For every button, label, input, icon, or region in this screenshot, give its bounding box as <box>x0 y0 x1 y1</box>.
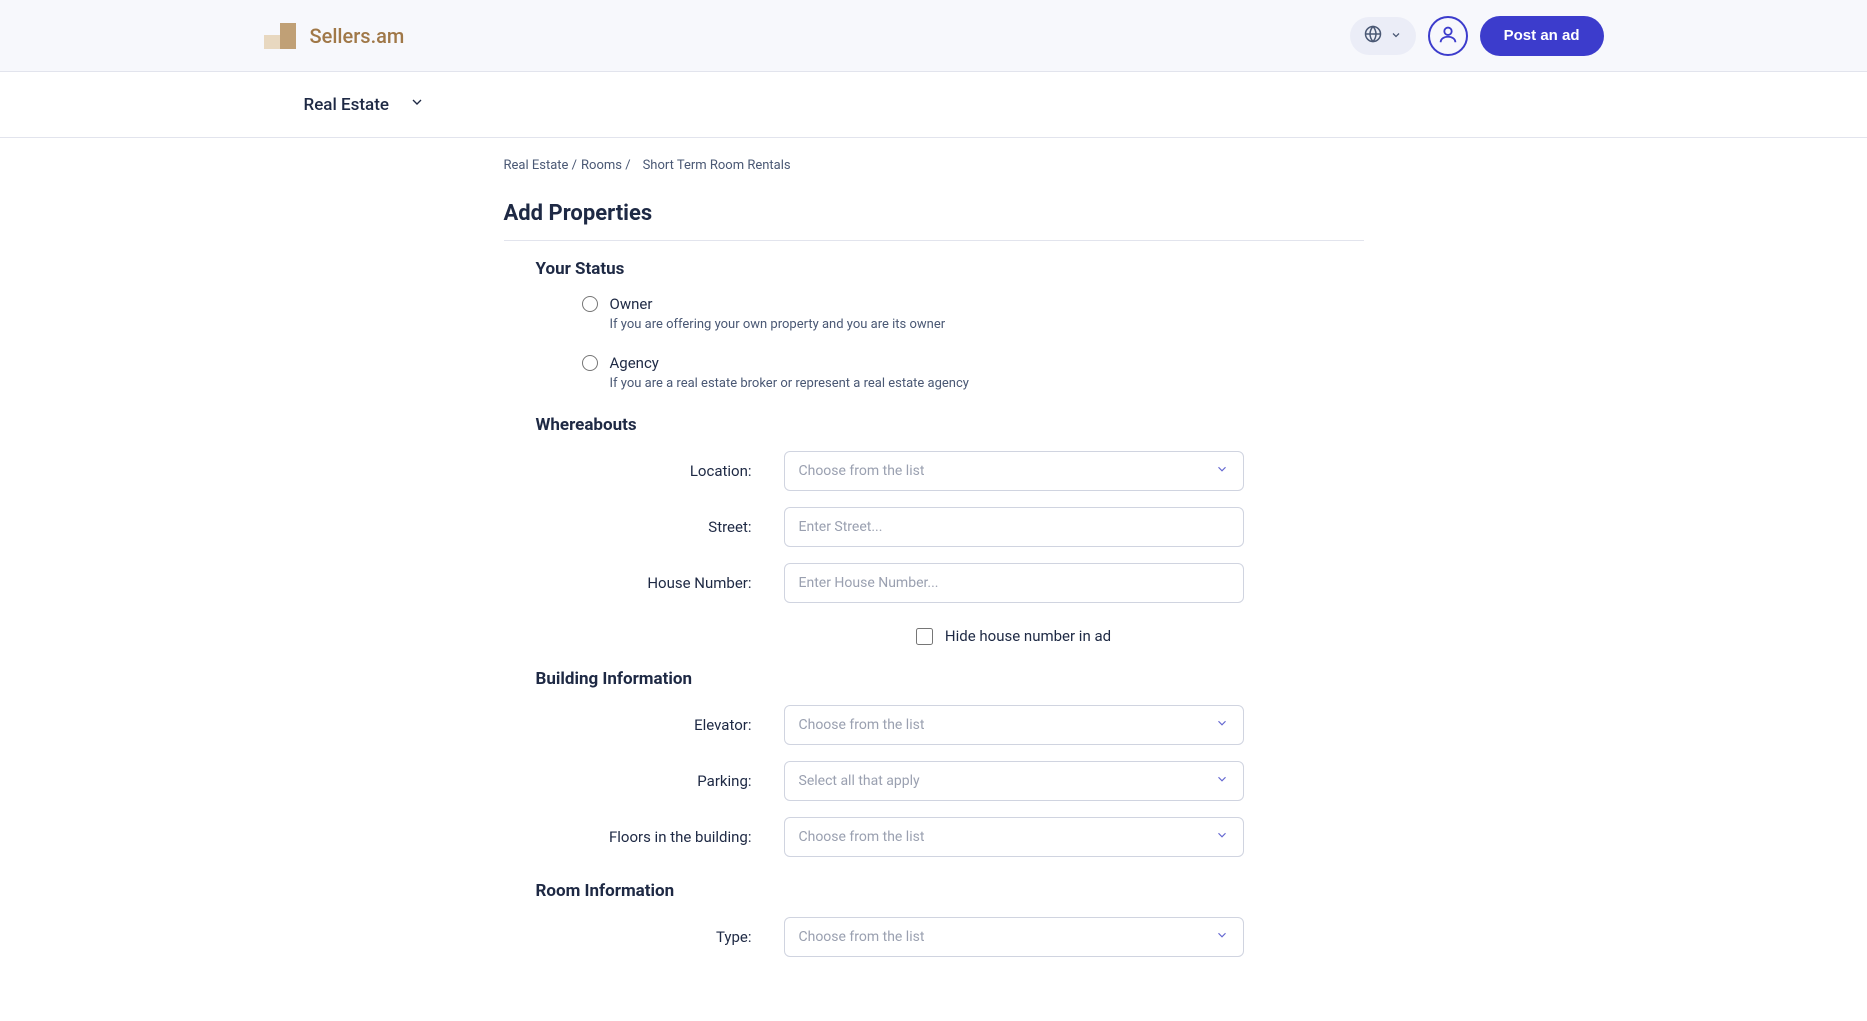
location-label: Location: <box>504 462 784 480</box>
whereabouts-section: Whereabouts Location: Choose from the li… <box>504 415 1364 645</box>
agency-label[interactable]: Agency <box>610 354 659 372</box>
chevron-down-icon <box>1390 26 1402 45</box>
chevron-down-icon <box>409 94 425 115</box>
breadcrumb-current: Short Term Room Rentals <box>643 158 791 173</box>
parking-select[interactable]: Select all that apply <box>784 761 1244 801</box>
globe-icon <box>1364 25 1382 47</box>
type-select[interactable]: Choose from the list <box>784 917 1244 957</box>
logo[interactable]: Sellers.am <box>264 23 405 49</box>
street-label: Street: <box>504 518 784 536</box>
language-selector[interactable] <box>1350 17 1416 55</box>
parking-label: Parking: <box>504 772 784 790</box>
owner-description: If you are offering your own property an… <box>582 317 1364 332</box>
breadcrumb-item[interactable]: Real Estate / <box>504 158 578 173</box>
section-title: Room Information <box>504 881 1364 901</box>
brand-name: Sellers.am <box>310 24 405 48</box>
house-number-label: House Number: <box>504 574 784 592</box>
section-title: Your Status <box>504 259 1364 279</box>
hide-house-checkbox[interactable] <box>916 628 933 645</box>
building-section: Building Information Elevator: Choose fr… <box>504 669 1364 857</box>
user-icon <box>1437 23 1459 49</box>
sub-header: Real Estate <box>0 72 1867 138</box>
agency-description: If you are a real estate broker or repre… <box>582 376 1364 391</box>
agency-radio[interactable] <box>582 355 598 371</box>
type-label: Type: <box>504 928 784 946</box>
section-title: Whereabouts <box>504 415 1364 435</box>
owner-radio[interactable] <box>582 296 598 312</box>
elevator-label: Elevator: <box>504 716 784 734</box>
house-number-input[interactable] <box>784 563 1244 603</box>
chevron-down-icon <box>1215 716 1229 734</box>
category-label: Real Estate <box>304 95 389 115</box>
chevron-down-icon <box>1215 928 1229 946</box>
post-ad-button[interactable]: Post an ad <box>1480 16 1604 56</box>
chevron-down-icon <box>1215 462 1229 480</box>
radio-option-agency: Agency If you are a real estate broker o… <box>582 354 1364 391</box>
status-section: Your Status Owner If you are offering yo… <box>504 259 1364 391</box>
floors-select[interactable]: Choose from the list <box>784 817 1244 857</box>
breadcrumb: Real Estate / Rooms / Short Term Room Re… <box>504 158 1364 173</box>
owner-label[interactable]: Owner <box>610 295 653 313</box>
chevron-down-icon <box>1215 772 1229 790</box>
top-header: Sellers.am <box>0 0 1867 72</box>
chevron-down-icon <box>1215 828 1229 846</box>
radio-option-owner: Owner If you are offering your own prope… <box>582 295 1364 332</box>
street-input[interactable] <box>784 507 1244 547</box>
section-title: Building Information <box>504 669 1364 689</box>
room-section: Room Information Type: Choose from the l… <box>504 881 1364 957</box>
user-account-button[interactable] <box>1428 16 1468 56</box>
page-title: Add Properties <box>504 201 1364 241</box>
logo-icon <box>264 23 298 49</box>
elevator-select[interactable]: Choose from the list <box>784 705 1244 745</box>
main-content: Real Estate / Rooms / Short Term Room Re… <box>504 138 1364 1021</box>
category-dropdown[interactable]: Real Estate <box>304 94 1564 115</box>
hide-house-label[interactable]: Hide house number in ad <box>945 627 1111 645</box>
floors-label: Floors in the building: <box>504 828 784 846</box>
location-select[interactable]: Choose from the list <box>784 451 1244 491</box>
breadcrumb-item[interactable]: Rooms / <box>581 158 631 173</box>
